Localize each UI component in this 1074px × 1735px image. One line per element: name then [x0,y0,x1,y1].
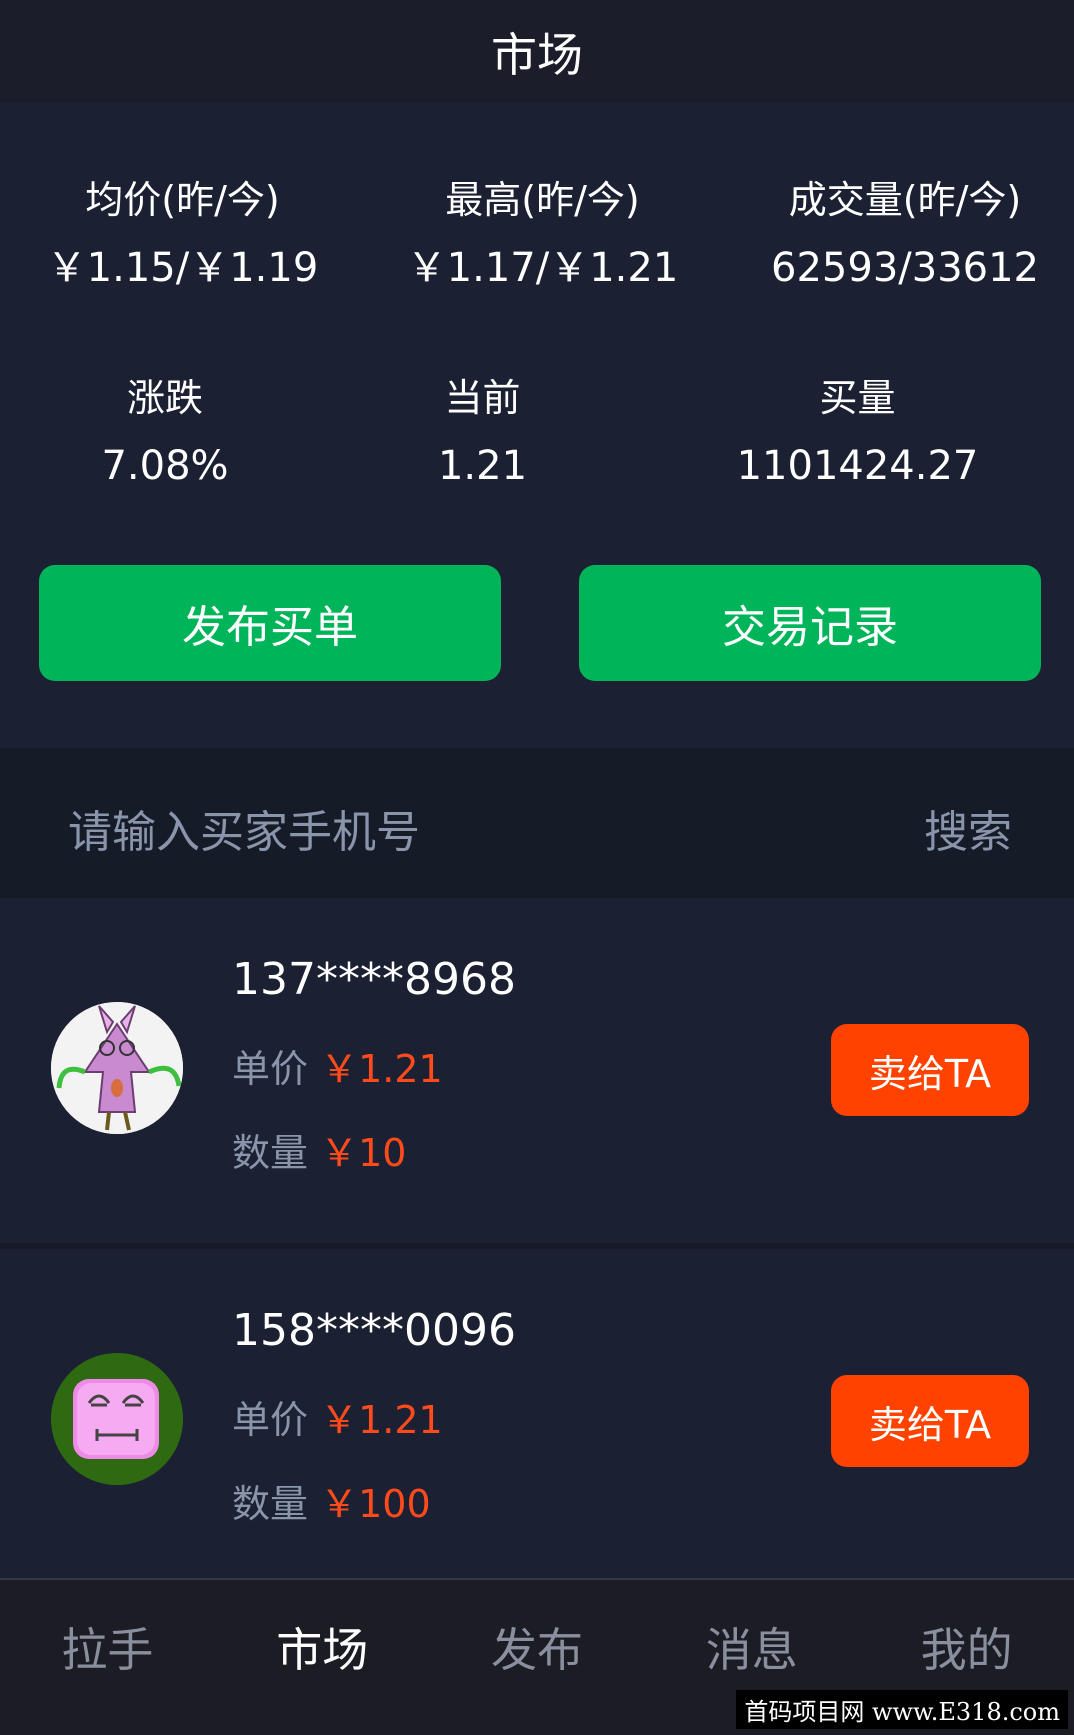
search-bar: 请输入买家手机号 搜索 [0,748,1074,898]
quantity-value: ￥100 [320,1482,431,1526]
current-label: 当前 [444,376,521,420]
current-stat: 当前 1.21 [380,373,585,491]
change-label: 涨跌 [126,376,203,420]
tab-market[interactable]: 市场 [215,1580,430,1735]
tab-publish[interactable]: 发布 [430,1580,645,1735]
quantity-label: 数量 [232,1131,309,1175]
sell-to-buyer-button[interactable]: 卖给TA [831,1024,1029,1116]
quantity-label: 数量 [232,1482,309,1526]
sell-to-buyer-button[interactable]: 卖给TA [831,1375,1029,1467]
buyer-phone: 158****0096 [232,1305,516,1356]
unit-price-label: 单价 [232,1047,309,1091]
avg-price-stat: 均价(昨/今) ￥1.15/￥1.19 [30,175,335,293]
change-stat: 涨跌 7.08% [60,373,270,491]
top-bar: 市场 [0,0,1074,103]
buyer-phone: 137****8968 [232,954,516,1005]
list-item: 137****8968 单价 ￥1.21 数量 ￥10 卖给TA [0,898,1074,1243]
buyer-phone-search-input[interactable]: 请输入买家手机号 [68,796,420,860]
watermark: 首码项目网 www.E318.com [736,1690,1068,1729]
change-value: 7.08% [101,443,229,489]
current-value: 1.21 [437,443,528,489]
volume-stat: 成交量(昨/今) 62593/33612 [745,175,1065,293]
post-buy-order-button[interactable]: 发布买单 [39,565,501,681]
high-price-stat: 最高(昨/今) ￥1.17/￥1.21 [390,175,695,293]
unit-price-value: ￥1.21 [320,1047,443,1091]
unit-price-label: 单价 [232,1398,309,1442]
unit-price: 单价 ￥1.21 [232,1038,443,1093]
search-button[interactable]: 搜索 [924,796,1012,860]
quantity: 数量 ￥100 [232,1473,431,1528]
avatar [51,1353,183,1485]
volume-label: 成交量(昨/今) [788,178,1022,222]
tab-lashou[interactable]: 拉手 [0,1580,215,1735]
buy-volume-value: 1101424.27 [736,443,979,489]
buy-volume-label: 买量 [819,376,896,420]
avg-price-value: ￥1.15/￥1.19 [46,245,319,291]
page-title: 市场 [491,27,583,82]
avatar [51,1002,183,1134]
high-price-label: 最高(昨/今) [445,178,640,222]
unit-price-value: ￥1.21 [320,1398,443,1442]
quantity: 数量 ￥10 [232,1122,406,1177]
list-item: 158****0096 单价 ￥1.21 数量 ￥100 卖给TA [0,1249,1074,1578]
high-price-value: ￥1.17/￥1.21 [406,245,679,291]
volume-value: 62593/33612 [771,245,1039,291]
quantity-value: ￥10 [320,1131,407,1175]
trade-records-button[interactable]: 交易记录 [579,565,1041,681]
avg-price-label: 均价(昨/今) [85,178,280,222]
unit-price: 单价 ￥1.21 [232,1389,443,1444]
buy-volume-stat: 买量 1101424.27 [700,373,1015,491]
